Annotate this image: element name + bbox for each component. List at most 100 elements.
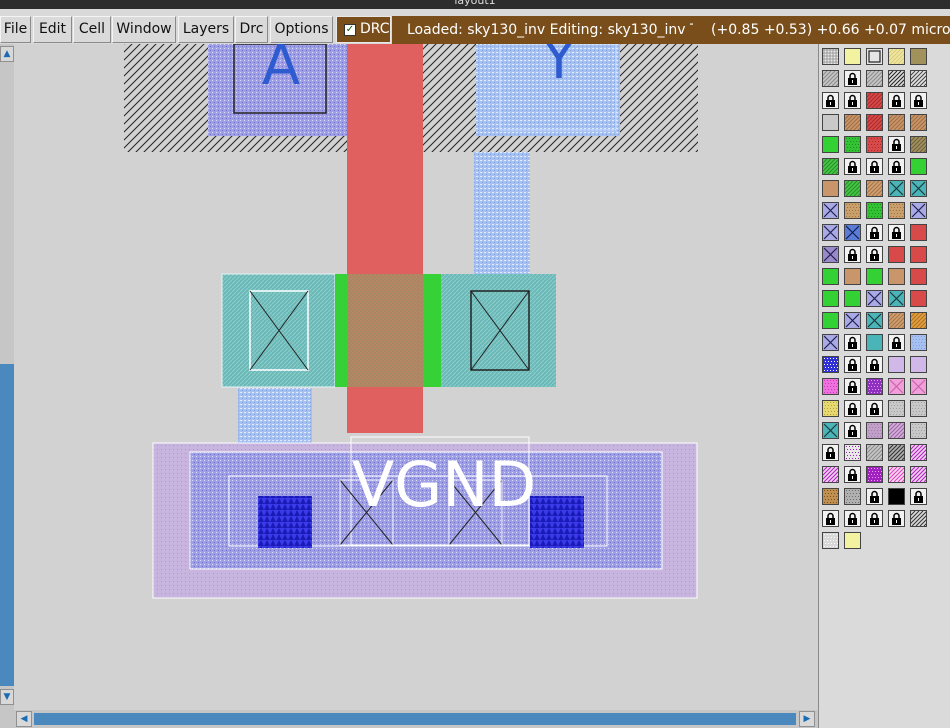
layer-swatch-lock[interactable] — [844, 378, 861, 395]
layer-swatch-pale-yellow[interactable] — [844, 48, 861, 65]
layer-swatch-purple-x[interactable] — [822, 246, 839, 263]
layer-swatch-green[interactable] — [822, 290, 839, 307]
layer-swatch-mauve[interactable] — [866, 422, 883, 439]
layer-swatch-lock[interactable] — [822, 510, 839, 527]
layer-swatch-gray-diag[interactable] — [888, 444, 905, 461]
layer-swatch-pink-diag[interactable] — [888, 466, 905, 483]
layer-swatch-teal-x[interactable] — [910, 180, 927, 197]
layer-swatch-dark-diag[interactable] — [910, 510, 927, 527]
layer-swatch-lavender[interactable] — [910, 356, 927, 373]
layer-swatch-lavender-x[interactable] — [866, 290, 883, 307]
layer-swatch-gray-hatch[interactable] — [822, 70, 839, 87]
layer-swatch-gray-hatch[interactable] — [866, 70, 883, 87]
layer-swatch-green[interactable] — [822, 268, 839, 285]
layer-swatch-green[interactable] — [822, 136, 839, 153]
horizontal-scroll-thumb[interactable] — [34, 713, 796, 725]
layer-swatch-gray-dots[interactable] — [822, 532, 839, 549]
layer-swatch-grid[interactable] — [822, 48, 839, 65]
layer-swatch-lock[interactable] — [844, 400, 861, 417]
layer-swatch-pink-hatch[interactable] — [888, 378, 905, 395]
layer-swatch-red-dots[interactable] — [866, 136, 883, 153]
layer-swatch-purple-diag[interactable] — [822, 466, 839, 483]
layer-swatch-green-dots[interactable] — [866, 202, 883, 219]
menu-layers[interactable]: Layers — [178, 16, 234, 43]
menu-drc[interactable]: Drc — [235, 16, 268, 43]
layer-swatch-lock[interactable] — [888, 158, 905, 175]
layer-swatch-lock[interactable] — [844, 356, 861, 373]
layer-swatch-lock[interactable] — [844, 246, 861, 263]
layer-swatch-tan-diag[interactable] — [888, 312, 905, 329]
layout-canvas[interactable]: A Y VGND — [14, 44, 818, 710]
layer-swatch-blue-x[interactable] — [844, 224, 861, 241]
layer-swatch-lock[interactable] — [866, 158, 883, 175]
layer-swatch-teal-x[interactable] — [888, 180, 905, 197]
drc-toggle[interactable]: ✓ DRC — [336, 16, 391, 43]
layer-swatch-red[interactable] — [888, 246, 905, 263]
layer-swatch-purple-diag[interactable] — [910, 444, 927, 461]
layer-swatch-lock[interactable] — [866, 356, 883, 373]
layer-swatch-red-hatch[interactable] — [866, 92, 883, 109]
layer-swatch-black[interactable] — [888, 488, 905, 505]
layer-swatch-olive-hatch[interactable] — [910, 136, 927, 153]
vertical-scroll-thumb[interactable] — [0, 364, 14, 686]
layer-swatch-tan-dots[interactable] — [844, 202, 861, 219]
layer-swatch-pale-yellow-diag[interactable] — [888, 48, 905, 65]
layer-swatch-green[interactable] — [866, 268, 883, 285]
layer-swatch-lock[interactable] — [888, 224, 905, 241]
layer-swatch-red[interactable] — [910, 290, 927, 307]
horizontal-scrollbar[interactable]: ◀ ▶ — [0, 710, 818, 728]
layer-swatch-lock[interactable] — [888, 92, 905, 109]
layer-swatch-black-diag[interactable] — [888, 70, 905, 87]
scroll-down-arrow-icon[interactable]: ▼ — [0, 689, 14, 705]
layer-swatch-lock[interactable] — [844, 334, 861, 351]
scroll-up-arrow-icon[interactable]: ▲ — [0, 46, 14, 62]
layer-swatch-red[interactable] — [910, 268, 927, 285]
layer-swatch-gold-dots[interactable] — [822, 488, 839, 505]
layer-swatch-lavender[interactable] — [888, 356, 905, 373]
layer-swatch-lavender-x[interactable] — [822, 202, 839, 219]
layer-swatch-lock[interactable] — [844, 92, 861, 109]
layer-swatch-gray-hatch[interactable] — [866, 444, 883, 461]
layer-swatch-yellow-hatch[interactable] — [822, 400, 839, 417]
layer-swatch-lock[interactable] — [844, 510, 861, 527]
layer-swatch-purple-diag[interactable] — [910, 466, 927, 483]
layer-swatch-ne-diag[interactable] — [910, 70, 927, 87]
layer-swatch-lock[interactable] — [866, 224, 883, 241]
layer-swatch-lock[interactable] — [844, 70, 861, 87]
layer-swatch-green-diag[interactable] — [844, 180, 861, 197]
layer-swatch-light-gray[interactable] — [910, 400, 927, 417]
layer-swatch-lock[interactable] — [888, 510, 905, 527]
layer-swatch-pink-hatch[interactable] — [910, 378, 927, 395]
layer-swatch-gray-dense[interactable] — [844, 488, 861, 505]
layer-swatch-mauve-diag[interactable] — [888, 422, 905, 439]
scroll-right-arrow-icon[interactable]: ▶ — [799, 711, 815, 727]
layer-swatch-green-diag[interactable] — [822, 158, 839, 175]
layer-swatch-red[interactable] — [910, 224, 927, 241]
layer-swatch-pink[interactable] — [822, 378, 839, 395]
layer-swatch-green[interactable] — [844, 290, 861, 307]
layer-swatch-lock[interactable] — [844, 158, 861, 175]
layer-swatch-lock[interactable] — [866, 400, 883, 417]
layer-swatch-purple-solid[interactable] — [866, 466, 883, 483]
layer-swatch-lavender-x[interactable] — [822, 224, 839, 241]
layer-swatch-red[interactable] — [910, 246, 927, 263]
layer-swatch-lock[interactable] — [866, 510, 883, 527]
layer-swatch-pale-yellow[interactable] — [844, 532, 861, 549]
layer-swatch-tan-diag[interactable] — [866, 180, 883, 197]
layer-swatch-tan-hatch[interactable] — [844, 114, 861, 131]
layer-swatch-lock[interactable] — [866, 488, 883, 505]
menu-cell[interactable]: Cell — [73, 16, 111, 43]
layer-swatch-purple-dots[interactable] — [844, 444, 861, 461]
layer-swatch-tan-hatch[interactable] — [910, 114, 927, 131]
vertical-scrollbar[interactable]: ▲ ▼ — [0, 44, 14, 710]
layer-swatch-light-gray[interactable] — [910, 422, 927, 439]
layer-swatch-green-dots[interactable] — [844, 136, 861, 153]
layer-swatch-olive[interactable] — [910, 48, 927, 65]
layer-swatch-lavender-x[interactable] — [844, 312, 861, 329]
layer-swatch-lavender-x[interactable] — [822, 334, 839, 351]
layer-swatch-outline-box[interactable] — [866, 48, 883, 65]
layer-swatch-lock[interactable] — [844, 466, 861, 483]
layer-swatch-tan-dots[interactable] — [888, 202, 905, 219]
layer-swatch-lock[interactable] — [910, 488, 927, 505]
layer-swatch-tan[interactable] — [888, 268, 905, 285]
